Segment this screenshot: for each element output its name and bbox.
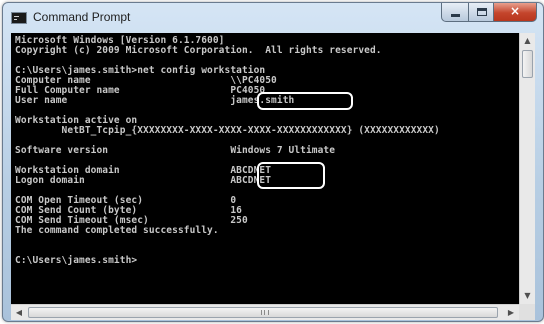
console-line: Copyright (c) 2009 Microsoft Corporation… xyxy=(15,45,382,56)
maximize-icon xyxy=(477,8,487,16)
console-line: Software version Windows 7 Ultimate xyxy=(15,145,336,156)
domain-highlight xyxy=(257,162,325,189)
scroll-up-arrow-icon[interactable]: ▲ xyxy=(520,33,535,49)
user-name-highlight xyxy=(257,92,353,110)
horizontal-scroll-thumb[interactable] xyxy=(28,307,498,318)
scroll-right-arrow-icon[interactable]: ▶ xyxy=(503,305,519,320)
window-title: Command Prompt xyxy=(33,10,131,24)
command-prompt-window: Command Prompt × Microsoft Windows [Vers… xyxy=(2,2,544,322)
vertical-scroll-thumb[interactable] xyxy=(522,50,533,78)
console-line: NetBT_Tcpip_{XXXXXXXX-XXXX-XXXX-XXXX-XXX… xyxy=(15,125,440,136)
vertical-scrollbar[interactable]: ▲ ▼ xyxy=(519,33,535,304)
scroll-left-arrow-icon[interactable]: ◀ xyxy=(11,305,27,320)
console-line: The command completed successfully. xyxy=(15,225,219,236)
console-line: C:\Users\james.smith> xyxy=(15,255,138,266)
scroll-grip-icon xyxy=(261,310,269,315)
horizontal-scrollbar[interactable]: ◀ ▶ xyxy=(11,304,519,320)
console-line: User name james.smith xyxy=(15,95,295,106)
command-prompt-icon[interactable] xyxy=(11,12,27,24)
minimize-button[interactable] xyxy=(441,3,468,22)
title-bar[interactable]: Command Prompt × xyxy=(3,3,543,33)
scroll-down-arrow-icon[interactable]: ▼ xyxy=(520,288,535,304)
window-controls: × xyxy=(441,3,537,23)
console-line: Logon domain ABCDNET xyxy=(15,175,272,186)
maximize-button[interactable] xyxy=(468,3,494,22)
close-icon: × xyxy=(509,4,521,18)
resize-corner[interactable] xyxy=(519,304,535,320)
close-button[interactable]: × xyxy=(494,3,537,22)
console-output[interactable]: Microsoft Windows [Version 6.1.7600] Cop… xyxy=(11,33,519,304)
minimize-icon xyxy=(451,14,460,17)
